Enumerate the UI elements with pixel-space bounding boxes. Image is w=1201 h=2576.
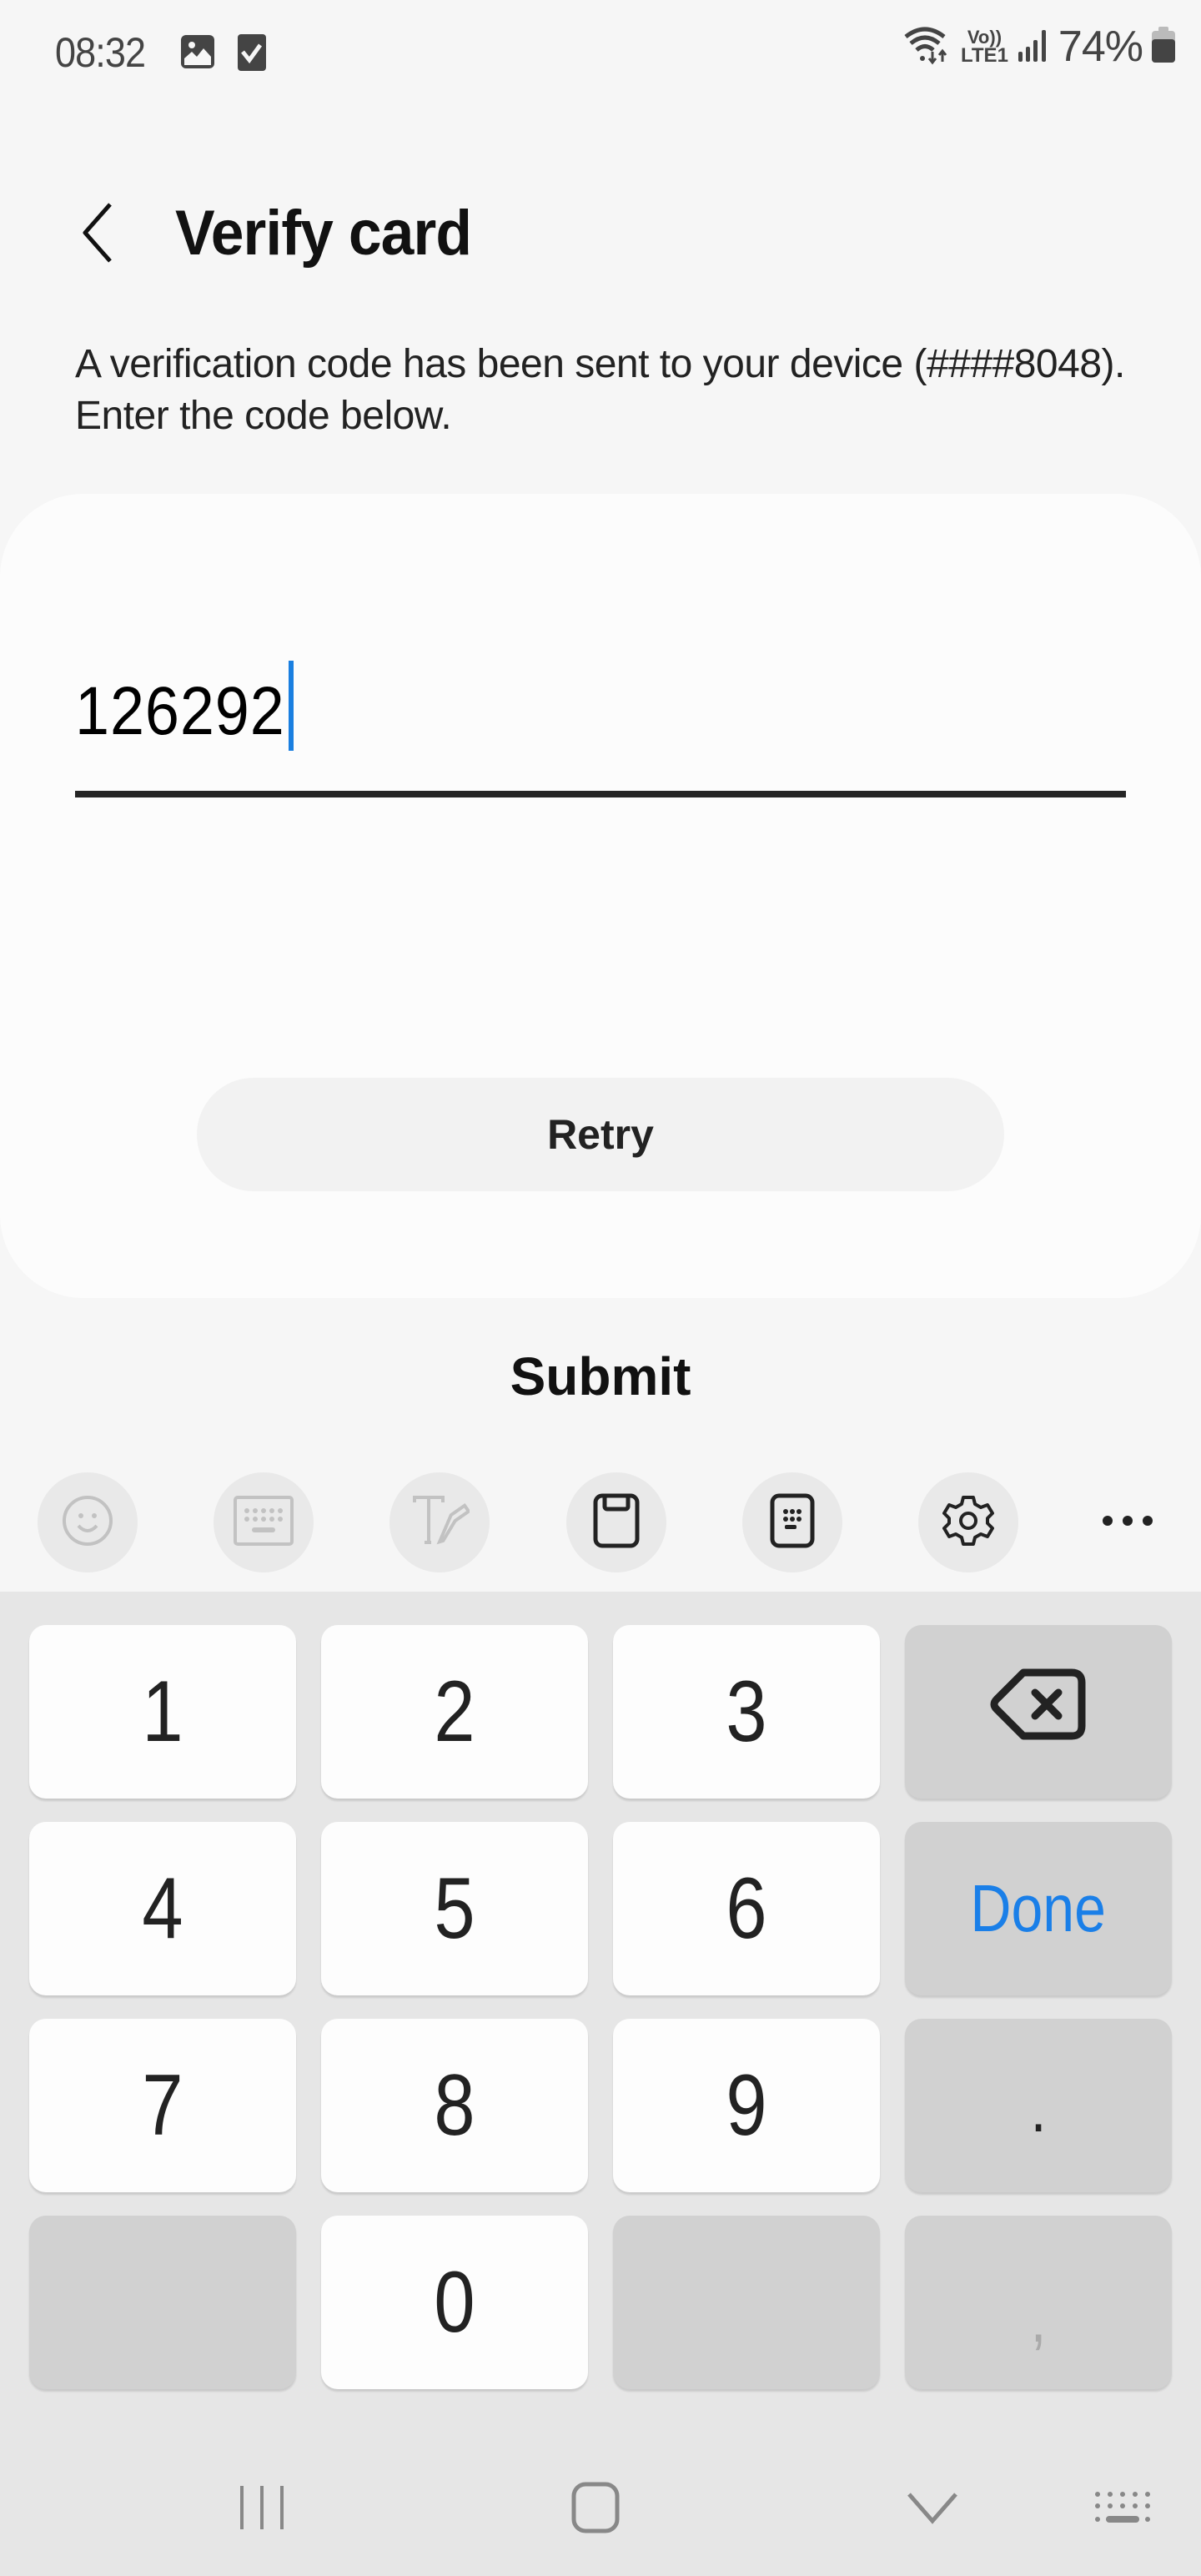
page-title: Verify card bbox=[175, 198, 472, 269]
status-right-icons: Vo)) LTE1 74% bbox=[902, 22, 1176, 72]
submit-button[interactable]: Submit bbox=[434, 1335, 767, 1418]
retry-button[interactable]: Retry bbox=[197, 1078, 1004, 1191]
handwriting-icon bbox=[410, 1494, 471, 1552]
keyboard-switch-icon bbox=[1093, 2489, 1153, 2530]
volte-lte1-icon: Vo)) LTE1 bbox=[961, 27, 1008, 67]
clipboard-button[interactable] bbox=[566, 1472, 666, 1572]
keyboard-button[interactable] bbox=[214, 1472, 314, 1572]
emoji-icon bbox=[61, 1494, 114, 1552]
key-1[interactable]: 1 bbox=[29, 1625, 296, 1799]
more-dots-icon bbox=[1101, 1514, 1154, 1532]
back-button[interactable] bbox=[67, 197, 127, 272]
battery-percent: 74% bbox=[1058, 23, 1143, 71]
keyboard-switch-button[interactable] bbox=[1073, 2468, 1173, 2551]
key-5[interactable]: 5 bbox=[321, 1822, 588, 1995]
recent-apps-button[interactable] bbox=[212, 2468, 312, 2551]
keypad-mode-icon bbox=[770, 1493, 815, 1552]
cellular-signal-icon bbox=[1017, 27, 1050, 68]
key-2[interactable]: 2 bbox=[321, 1625, 588, 1799]
key-9[interactable]: 9 bbox=[613, 2019, 880, 2192]
text-caret bbox=[288, 661, 294, 751]
backspace-icon bbox=[990, 1663, 1087, 1762]
key-7[interactable]: 7 bbox=[29, 2019, 296, 2192]
keyboard-settings-button[interactable] bbox=[918, 1472, 1018, 1572]
navigation-bar bbox=[0, 2426, 1201, 2576]
verification-code-input[interactable]: 126292 bbox=[75, 651, 1126, 797]
keyboard-toolbar bbox=[0, 1452, 1201, 1592]
input-underline bbox=[75, 791, 1126, 797]
code-input-value: 126292 bbox=[75, 673, 285, 749]
home-icon bbox=[570, 2481, 621, 2538]
key-period[interactable]: . bbox=[905, 2019, 1172, 2192]
settings-gear-icon bbox=[942, 1494, 995, 1552]
key-8[interactable]: 8 bbox=[321, 2019, 588, 2192]
verification-description: A verification code has been sent to you… bbox=[75, 342, 1125, 438]
handwriting-button[interactable] bbox=[389, 1472, 490, 1572]
clipboard-icon bbox=[593, 1493, 640, 1552]
key-4[interactable]: 4 bbox=[29, 1822, 296, 1995]
key-3[interactable]: 3 bbox=[613, 1625, 880, 1799]
key-6[interactable]: 6 bbox=[613, 1822, 880, 1995]
key-blank-right bbox=[613, 2216, 880, 2389]
key-blank-left bbox=[29, 2216, 296, 2389]
key-done[interactable]: Done bbox=[905, 1822, 1172, 1995]
recent-apps-icon bbox=[237, 2483, 287, 2537]
keyboard-icon bbox=[234, 1495, 294, 1550]
key-comma[interactable]: , bbox=[905, 2216, 1172, 2389]
numeric-keyboard: 1 2 3 4 5 6 Done 7 8 9 . 0 , bbox=[0, 1592, 1201, 2426]
key-0[interactable]: 0 bbox=[321, 2216, 588, 2389]
battery-icon bbox=[1151, 26, 1176, 68]
wifi-icon bbox=[902, 25, 952, 69]
task-check-icon bbox=[237, 33, 267, 76]
key-backspace[interactable] bbox=[905, 1625, 1172, 1799]
hide-keyboard-button[interactable] bbox=[882, 2468, 982, 2551]
status-time: 08:32 bbox=[55, 29, 146, 76]
chevron-left-icon bbox=[80, 202, 113, 267]
more-options-button[interactable] bbox=[1078, 1472, 1178, 1572]
home-button[interactable] bbox=[545, 2468, 646, 2551]
emoji-button[interactable] bbox=[38, 1472, 138, 1572]
hide-keyboard-icon bbox=[906, 2491, 959, 2528]
gallery-icon bbox=[180, 33, 215, 74]
keypad-mode-button[interactable] bbox=[742, 1472, 842, 1572]
